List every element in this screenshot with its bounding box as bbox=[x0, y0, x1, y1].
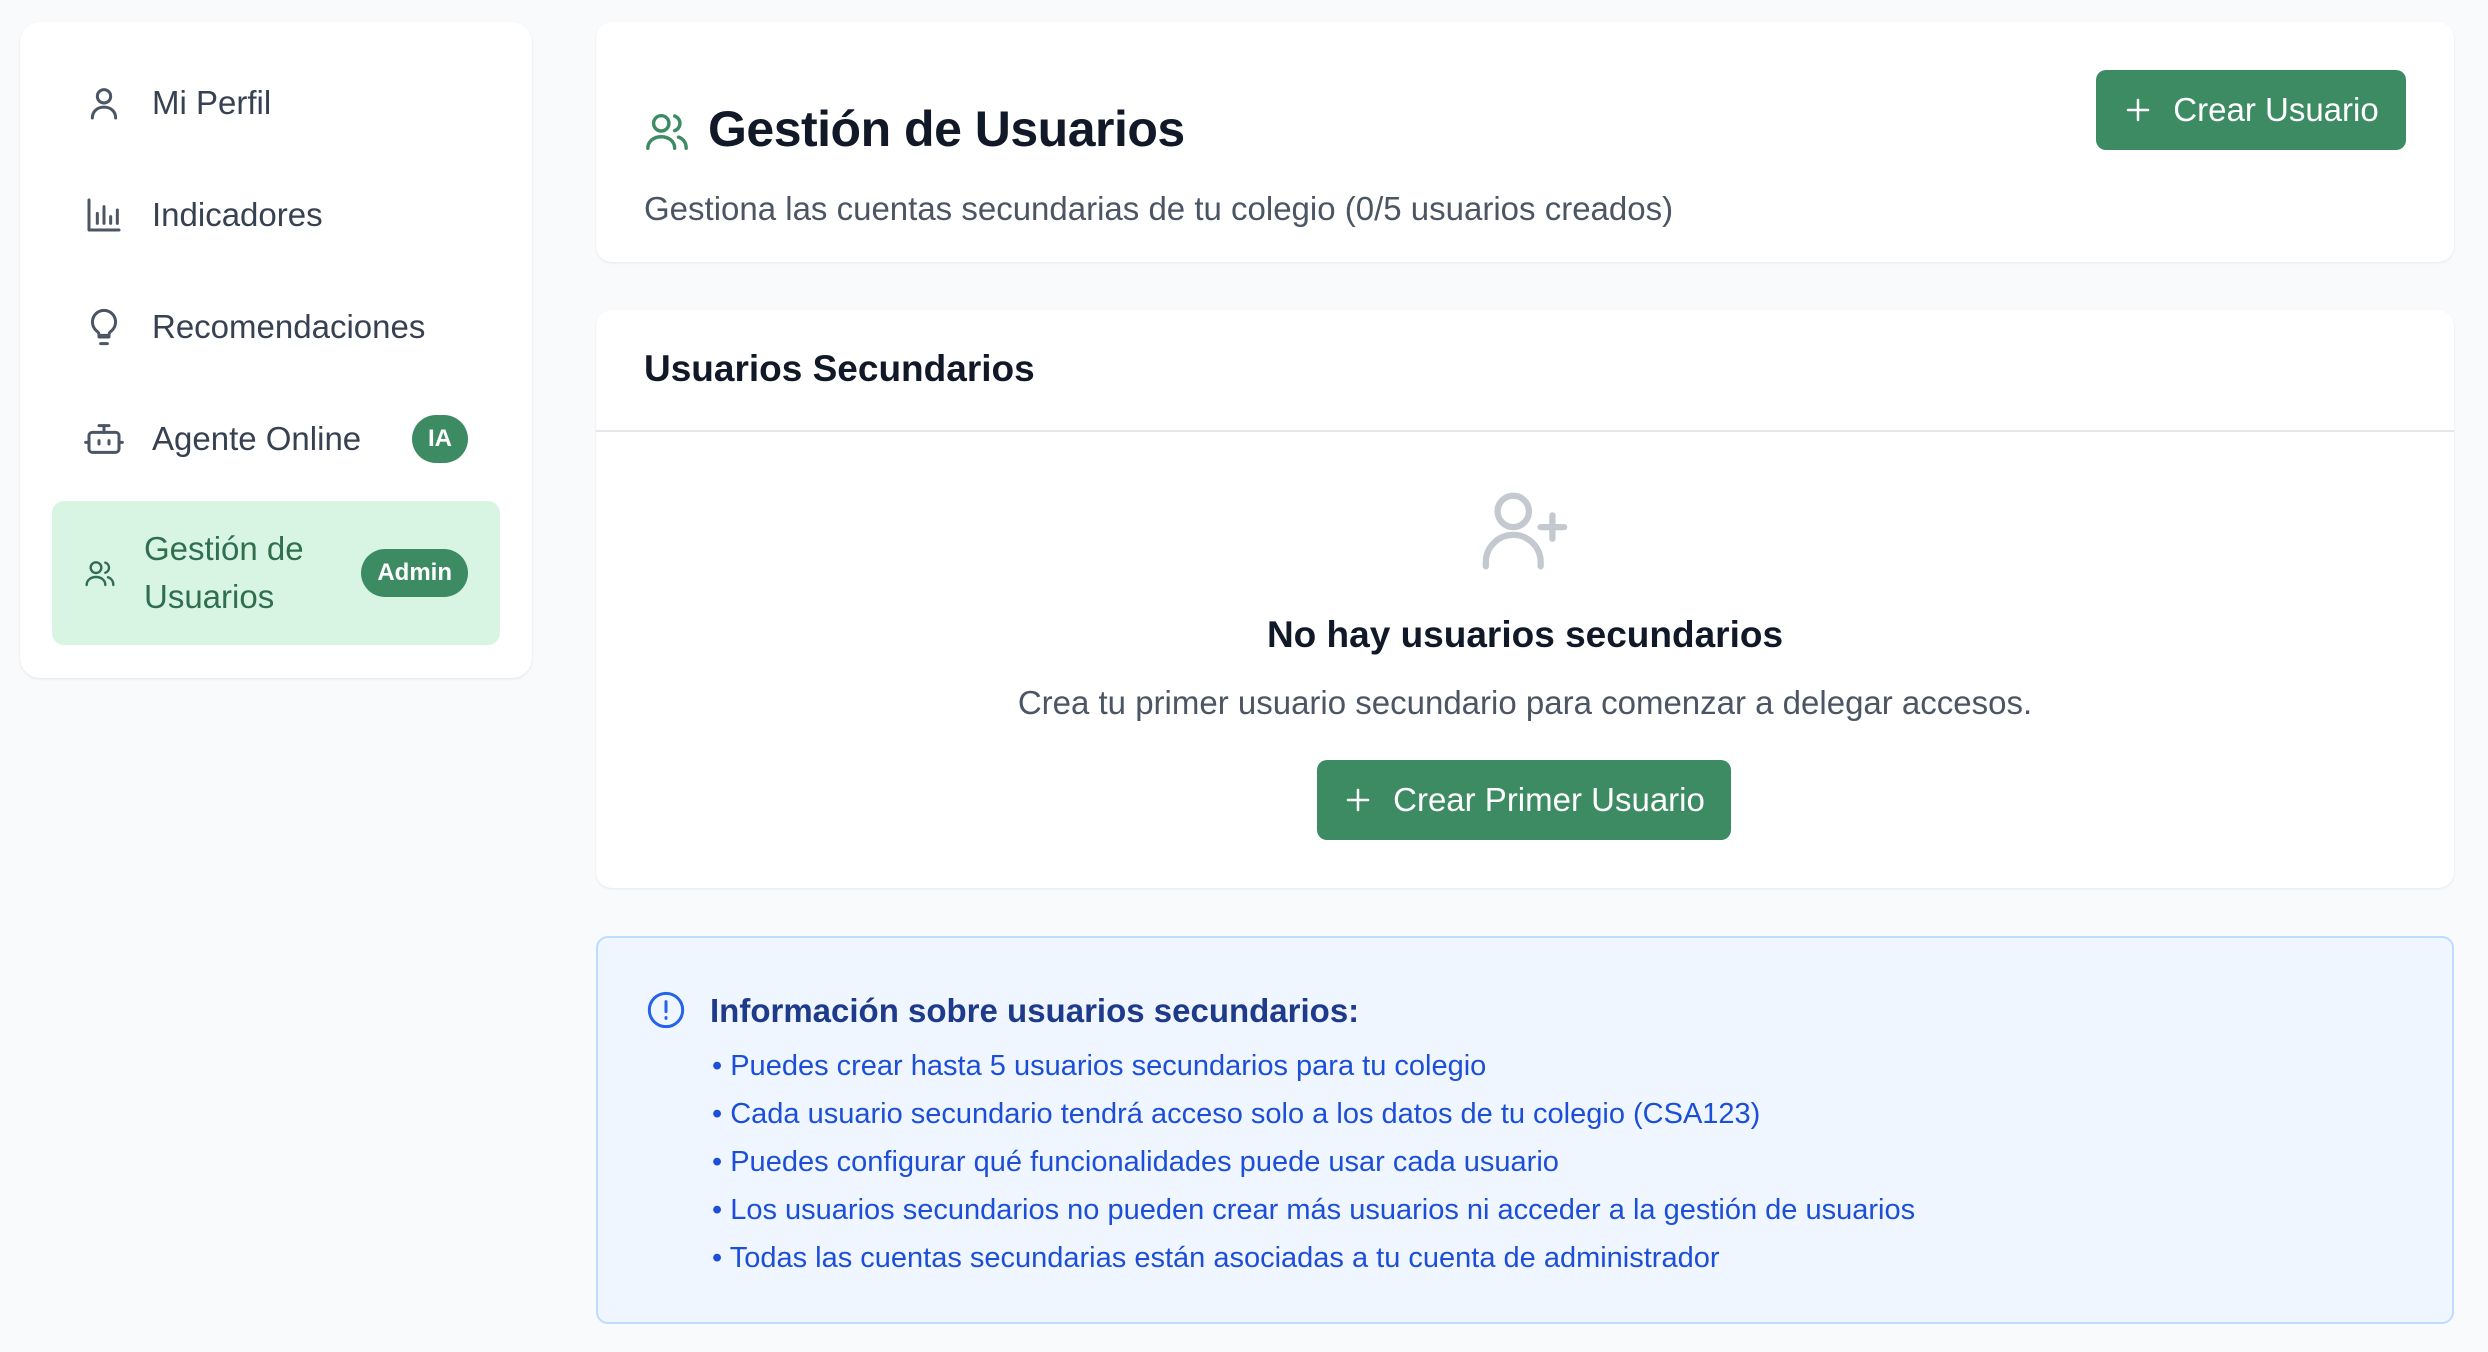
page-title: Gestión de Usuarios bbox=[708, 101, 1185, 157]
info-list-item: Puedes configurar qué funcionalidades pu… bbox=[712, 1138, 1915, 1186]
empty-state-description: Crea tu primer usuario secundario para c… bbox=[1017, 684, 2033, 721]
sidebar-item-label: Gestión de Usuarios bbox=[144, 530, 304, 615]
info-title: Información sobre usuarios secundarios: bbox=[710, 992, 1360, 1029]
page-subtitle: Gestiona las cuentas secundarias de tu c… bbox=[644, 190, 1674, 227]
info-list-item: Puedes crear hasta 5 usuarios secundario… bbox=[712, 1042, 1915, 1090]
sidebar-item-recomendaciones[interactable]: Recomendaciones bbox=[52, 271, 500, 383]
sidebar-item-gestion-usuarios[interactable]: Gestión de Usuarios Admin bbox=[52, 501, 500, 645]
divider bbox=[596, 430, 2454, 432]
empty-state-title: No hay usuarios secundarios bbox=[1266, 614, 1784, 655]
sidebar-item-agente-online[interactable]: Agente Online IA bbox=[52, 383, 500, 495]
app-root: Mi Perfil Indicadores Recomendaciones Ag… bbox=[0, 0, 2488, 1352]
create-first-user-label: Crear Primer Usuario bbox=[1393, 781, 1705, 818]
info-panel: Información sobre usuarios secundarios: … bbox=[596, 936, 2454, 1324]
user-icon bbox=[84, 83, 124, 123]
sidebar-item-mi-perfil[interactable]: Mi Perfil bbox=[52, 47, 500, 159]
sidebar-item-label: Mi Perfil bbox=[152, 84, 272, 122]
bar-chart-icon bbox=[84, 195, 124, 235]
info-list: Puedes crear hasta 5 usuarios secundario… bbox=[712, 1042, 1915, 1282]
sidebar-item-label: Agente Online bbox=[152, 420, 362, 458]
sidebar-item-indicadores[interactable]: Indicadores bbox=[52, 159, 500, 271]
ia-badge: IA bbox=[412, 415, 468, 463]
plus-icon bbox=[2127, 98, 2150, 122]
info-list-item: Los usuarios secundarios no pueden crear… bbox=[712, 1186, 1915, 1234]
info-list-item: Todas las cuentas secundarias están asoc… bbox=[712, 1234, 1915, 1282]
sidebar-item-label: Recomendaciones bbox=[152, 308, 426, 346]
sidebar-item-label: Indicadores bbox=[152, 196, 323, 234]
create-first-user-button[interactable]: Crear Primer Usuario bbox=[1317, 760, 1731, 840]
users-icon bbox=[84, 557, 116, 589]
page-header-card: Gestión de Usuarios Gestiona las cuentas… bbox=[596, 22, 2454, 262]
users-icon bbox=[646, 113, 688, 150]
user-plus-icon bbox=[1482, 492, 1568, 570]
sidebar: Mi Perfil Indicadores Recomendaciones Ag… bbox=[20, 22, 532, 678]
info-list-item: Cada usuario secundario tendrá acceso so… bbox=[712, 1090, 1915, 1138]
bot-icon bbox=[84, 419, 124, 459]
secondary-users-card: Usuarios Secundarios No hay usuarios sec… bbox=[596, 310, 2454, 888]
section-title: Usuarios Secundarios bbox=[644, 348, 1035, 389]
create-user-button[interactable]: Crear Usuario bbox=[2096, 70, 2406, 150]
info-icon bbox=[647, 991, 685, 1029]
plus-icon bbox=[1346, 788, 1370, 812]
create-user-label: Crear Usuario bbox=[2173, 91, 2379, 128]
admin-badge: Admin bbox=[361, 549, 468, 597]
lightbulb-icon bbox=[84, 307, 124, 347]
